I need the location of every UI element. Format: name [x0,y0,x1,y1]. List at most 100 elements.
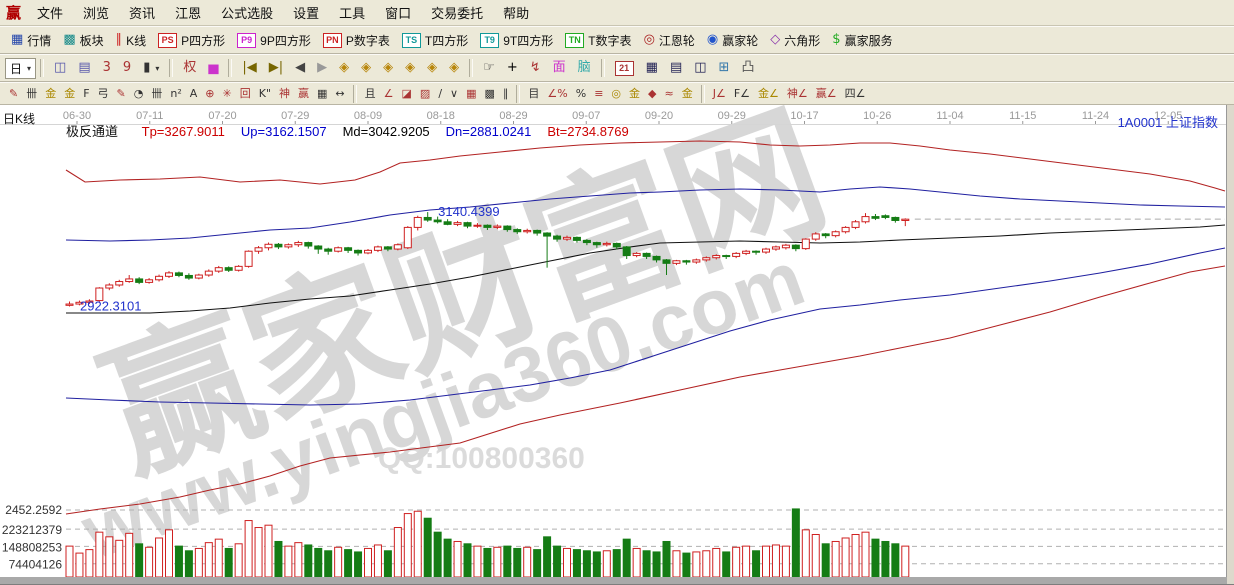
kline-9-button[interactable]: 9 [117,58,137,78]
diamond-grid-button[interactable]: ◈ [443,58,465,78]
square-target-tool[interactable]: 回 [236,86,255,102]
calculator-button[interactable]: ▦ [640,58,664,78]
percent-tool[interactable]: % [572,86,590,102]
fine-grid-tool[interactable]: ▦ [462,86,480,102]
printer-button[interactable]: 凸 [735,58,760,78]
gann-fan-tool[interactable]: ∠ [380,86,398,102]
restore-rights-button[interactable]: 权 [177,58,202,78]
gold-level-tool[interactable]: 金 [678,86,697,102]
shen-angle-tool[interactable]: 神∠ [783,86,812,102]
gold-circle-tool[interactable]: ◎ [607,86,625,102]
trend-line-tool[interactable]: ∕ [434,86,446,102]
erase-tool-button[interactable]: ↯ [524,58,547,78]
menu-item-browse[interactable]: 浏览 [73,0,119,25]
f-angle-tool[interactable]: F∠ [730,86,754,102]
mask-tool-button[interactable]: 面 [547,58,572,78]
kline-3-button[interactable]: 3 [97,58,117,78]
gold-fence-tool-1[interactable]: 金 [41,86,60,102]
kline-chart-canvas[interactable]: 赢家财富网www.yingjia360.comQQ:10080036006-30… [0,105,1234,585]
candle-style-selector[interactable]: ▮▾ [137,58,165,78]
diamond-compress-button[interactable]: ◈ [399,58,421,78]
kline-button[interactable]: ∥K线 [110,29,153,52]
zigzag-line-tool[interactable]: ∨ [446,86,462,102]
coarse-grid-tool[interactable]: ▩ [481,86,499,102]
mark-pen-tool[interactable]: ✎ [113,86,130,102]
gann-wheel-button[interactable]: ◎江恩轮 [638,29,701,52]
hexagon-button[interactable]: ◇六角形 [764,29,826,52]
percent-line-tool[interactable]: ∠% [543,86,571,102]
quotes-button[interactable]: ▦行情 [5,29,57,52]
date-tick-label: 09-29 [718,110,746,122]
grid-123-tool[interactable]: ▦ [313,86,331,102]
si-angle-tool[interactable]: 四∠ [841,86,870,102]
menu-item-news[interactable]: 资讯 [119,0,165,25]
ying-angle-tool[interactable]: 赢∠ [812,86,841,102]
menu-item-window[interactable]: 窗口 [375,0,421,25]
p-number-table-button[interactable]: PNP数字表 [317,29,396,52]
menu-item-formula-stock-picker[interactable]: 公式选股 [211,0,283,25]
wave-band-tool[interactable]: ≈ [661,86,678,102]
network-button[interactable]: ⊞ [713,58,736,78]
f-fence-tool[interactable]: F [79,86,93,102]
save-button[interactable]: ◫ [688,58,712,78]
volume-color-button[interactable]: ▅ [202,58,224,78]
time-cycle-tool[interactable]: ◔ [130,86,148,102]
stat-panel-tool[interactable]: 目 [524,86,543,102]
pen-tool[interactable]: ✎ [5,86,22,102]
shen-grid-tool[interactable]: 神 [275,86,294,102]
gann-fan-tool-icon: ∠ [384,88,394,100]
compass-target-tool[interactable]: ⊕ [201,86,218,102]
notes-button[interactable]: ▤ [664,58,688,78]
menu-item-gann[interactable]: 江恩 [165,0,211,25]
menu-item-help[interactable]: 帮助 [493,0,539,25]
calendar-button[interactable]: 21 [609,58,640,79]
hand-tool-button[interactable]: ☞ [477,58,501,78]
parallel-lines-tool[interactable]: ∥ [499,86,513,102]
gold-lines-tool[interactable]: 金 [625,86,644,102]
winner-service-button[interactable]: $赢家服务 [826,29,898,52]
retrace-line-tool[interactable]: ≡ [590,86,607,102]
fence-tool[interactable]: 卌 [147,86,166,102]
nine-p-square-button[interactable]: P99P四方形 [231,29,317,52]
diamond-left-button[interactable]: ◈ [333,58,355,78]
j-angle-tool[interactable]: J∠ [709,86,730,102]
shaded-fan-tool[interactable]: ◪ [398,86,416,102]
menu-item-file[interactable]: 文件 [27,0,73,25]
flag-marker-tool[interactable]: ◆ [644,86,660,102]
info-list-button[interactable]: ▤ [72,58,96,78]
sectors-button[interactable]: ▩板块 [57,29,109,52]
next-bar-button[interactable]: ▶ [311,58,333,78]
starburst-tool[interactable]: ✳ [219,86,236,102]
nine-t-square-button[interactable]: T99T四方形 [474,29,559,52]
crosshair-button[interactable]: + [501,58,524,78]
angle-ruler-tool[interactable]: A [186,86,202,102]
spiral-tool[interactable]: 弓 [94,86,113,102]
period-selector[interactable]: 日▾ [5,58,36,79]
t-number-table-button[interactable]: TNT数字表 [559,29,637,52]
right-scrollbar-strip[interactable] [1227,105,1234,585]
menu-item-trade-order[interactable]: 交易委托 [421,0,493,25]
go-last-button[interactable]: ▶| [263,58,289,78]
menu-item-settings[interactable]: 设置 [283,0,329,25]
diamond-full-button[interactable]: ◈ [421,58,443,78]
indicator-value-1: Up=3162.1507 [241,124,327,139]
window-overlay-button[interactable]: ◫ [48,58,72,78]
diamond-right-button[interactable]: ◈ [355,58,377,78]
ying-grid-tool[interactable]: 赢 [294,86,313,102]
gann-box-tool[interactable]: 且 [361,86,380,102]
t-square-button[interactable]: TST四方形 [396,29,474,52]
gold-angle-tool[interactable]: 金∠ [754,86,783,102]
p-square-button[interactable]: PSP四方形 [152,29,231,52]
n-square-tool[interactable]: n² [166,86,185,102]
width-measure-tool[interactable]: ↔ [331,86,348,102]
prev-bar-button[interactable]: ◀ [289,58,311,78]
diamond-expand-button[interactable]: ◈ [377,58,399,78]
go-first-button[interactable]: |◀ [236,58,262,78]
gann-fence-tool[interactable]: 卌 [22,86,41,102]
menu-item-tools[interactable]: 工具 [329,0,375,25]
k-marker-tool[interactable]: K" [255,86,275,102]
winner-wheel-button[interactable]: ◉赢家轮 [701,29,764,52]
gold-fence-tool-2[interactable]: 金 [60,86,79,102]
brain-tool-button[interactable]: 脑 [572,58,597,78]
square-fan-tool[interactable]: ▨ [416,86,434,102]
